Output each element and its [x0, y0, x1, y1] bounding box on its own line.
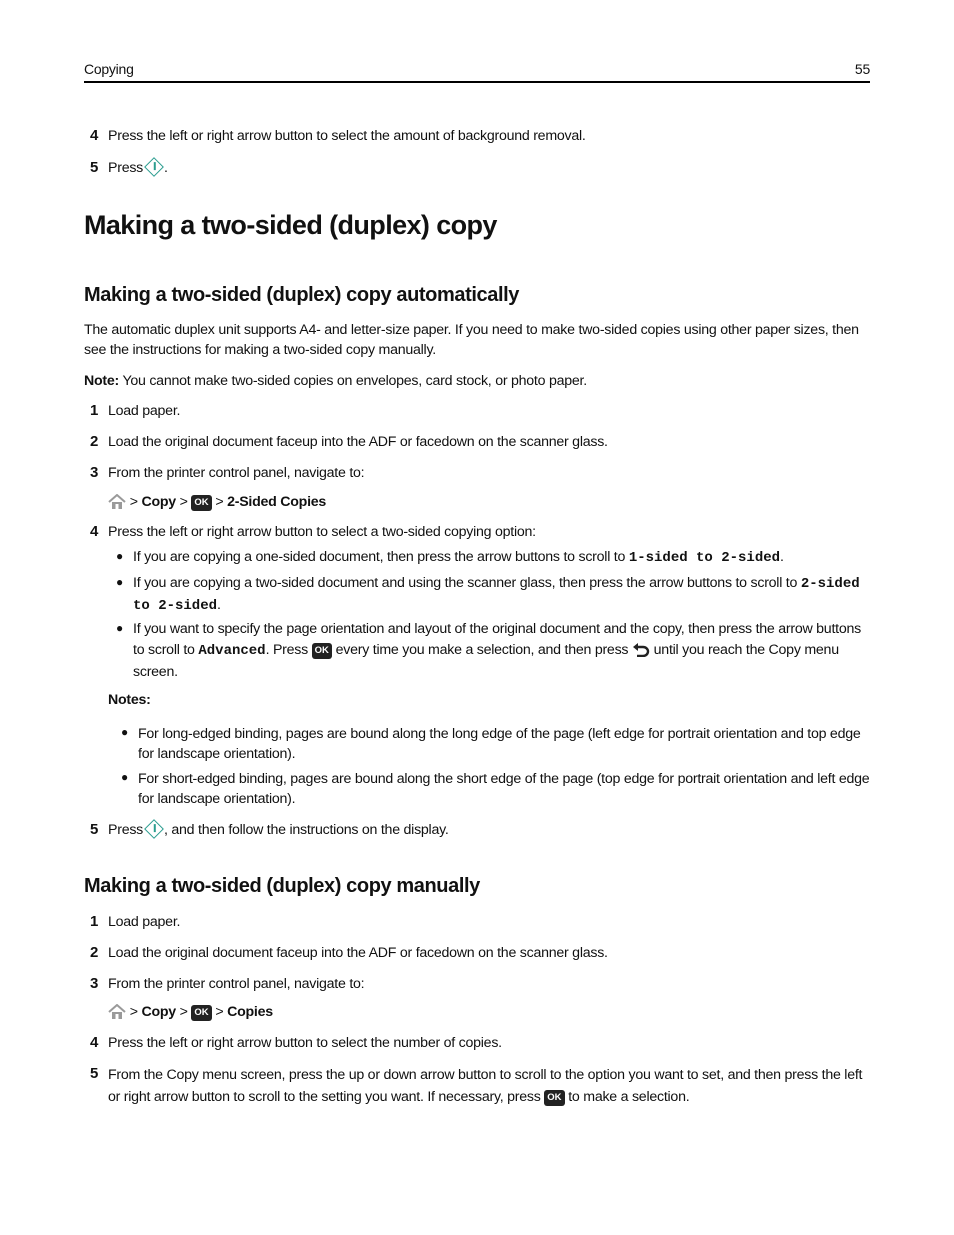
step-number: 4 [90, 1034, 99, 1051]
step-text: From the printer control panel, navigate… [108, 465, 365, 481]
path-separator: > [129, 494, 138, 510]
menu-option-code: 1-sided to 2-sided [628, 550, 781, 566]
ok-button-icon: OK [311, 643, 332, 659]
home-icon [108, 494, 126, 509]
bullet-text: . [217, 597, 221, 613]
path-separator: > [129, 1004, 138, 1020]
path-target: 2-Sided Copies [227, 494, 327, 510]
path-copy: Copy [141, 1004, 176, 1020]
bullet-icon: ● [121, 770, 128, 784]
step-number: 5 [90, 159, 99, 176]
note-text: You cannot make two-sided copies on enve… [119, 373, 587, 389]
step-text: Press the left or right arrow button to … [108, 128, 586, 144]
bullet-icon: ● [121, 725, 128, 739]
bullet-text: . [780, 549, 784, 565]
note-item: For short-edged binding, pages are bound… [138, 771, 870, 807]
step-text: Load paper. [108, 914, 181, 930]
bullet-item: If you are copying a one-sided document,… [133, 547, 873, 569]
back-arrow-icon [632, 643, 650, 657]
step-text-pre: From the Copy menu screen, press the up … [108, 1067, 863, 1105]
step-text-post: , and then follow the instructions on th… [164, 822, 449, 838]
page-header: Copying 55 [84, 59, 870, 83]
section-name: Copying [84, 61, 134, 77]
step-number: 1 [90, 402, 99, 419]
step-number: 2 [90, 433, 99, 450]
step-number: 1 [90, 913, 99, 930]
note-label: Note: [84, 373, 120, 389]
bullet-icon: ● [116, 621, 123, 635]
step-number: 5 [90, 821, 99, 838]
start-button-icon [144, 819, 164, 839]
notes-label: Notes: [108, 692, 151, 708]
home-icon [108, 1004, 126, 1019]
step-text-pre: Press [108, 822, 144, 838]
step-text-pre: Press [108, 160, 144, 176]
step-text-post: to make a selection. [564, 1089, 690, 1105]
bullet-text: every time you make a selection, and the… [331, 642, 632, 658]
path-separator: > [215, 1004, 224, 1020]
bullet-icon: ● [116, 549, 123, 563]
ok-button-icon: OK [191, 1005, 212, 1021]
step-number: 4 [90, 127, 99, 144]
step-text: Press. [108, 157, 870, 178]
start-button-icon [144, 157, 164, 177]
menu-navigation-path: > Copy > OK > 2-Sided Copies [108, 492, 326, 512]
bullet-text: If you are copying a one-sided document,… [133, 549, 629, 565]
bullet-text: If you are copying a two-sided document … [133, 575, 801, 591]
note-item: For long-edged binding, pages are bound … [138, 726, 861, 762]
step-number: 3 [90, 975, 99, 992]
step-number: 5 [90, 1065, 99, 1082]
bullet-icon: ● [116, 575, 123, 589]
step-number: 2 [90, 944, 99, 961]
bullet-item: If you want to specify the page orientat… [133, 619, 873, 683]
step-text: From the printer control panel, navigate… [108, 976, 365, 992]
page-number: 55 [854, 61, 870, 77]
menu-option-code: Advanced [198, 643, 266, 659]
step-text-post: . [164, 160, 168, 176]
bullet-text: . Press [265, 642, 312, 658]
step-text: Press , and then follow the instructions … [108, 819, 870, 840]
path-copy: Copy [141, 494, 176, 510]
step-text: From the Copy menu screen, press the up … [108, 1064, 870, 1108]
intro-paragraph: The automatic duplex unit supports A4- a… [84, 322, 859, 358]
step-number: 3 [90, 464, 99, 481]
step-number: 4 [90, 523, 99, 540]
step-text: Press the left or right arrow button to … [108, 1035, 502, 1051]
note-paragraph: Note: You cannot make two-sided copies o… [84, 371, 874, 391]
step-text: Load the original document faceup into t… [108, 945, 608, 961]
menu-navigation-path: > Copy > OK > Copies [108, 1002, 273, 1022]
section-heading-automatic: Making a two-sided (duplex) copy automat… [84, 284, 520, 306]
step-text: Press the left or right arrow button to … [108, 524, 536, 540]
ok-button-icon: OK [191, 495, 212, 511]
step-text: Load the original document faceup into t… [108, 434, 608, 450]
step-text: Load paper. [108, 403, 181, 419]
path-separator: > [179, 494, 188, 510]
path-target: Copies [227, 1004, 273, 1020]
ok-button-icon: OK [544, 1090, 565, 1106]
path-separator: > [179, 1004, 188, 1020]
bullet-item: If you are copying a two-sided document … [133, 573, 873, 617]
page-title: Making a two-sided (duplex) copy [84, 210, 497, 240]
path-separator: > [215, 494, 224, 510]
section-heading-manual: Making a two-sided (duplex) copy manuall… [84, 875, 480, 897]
